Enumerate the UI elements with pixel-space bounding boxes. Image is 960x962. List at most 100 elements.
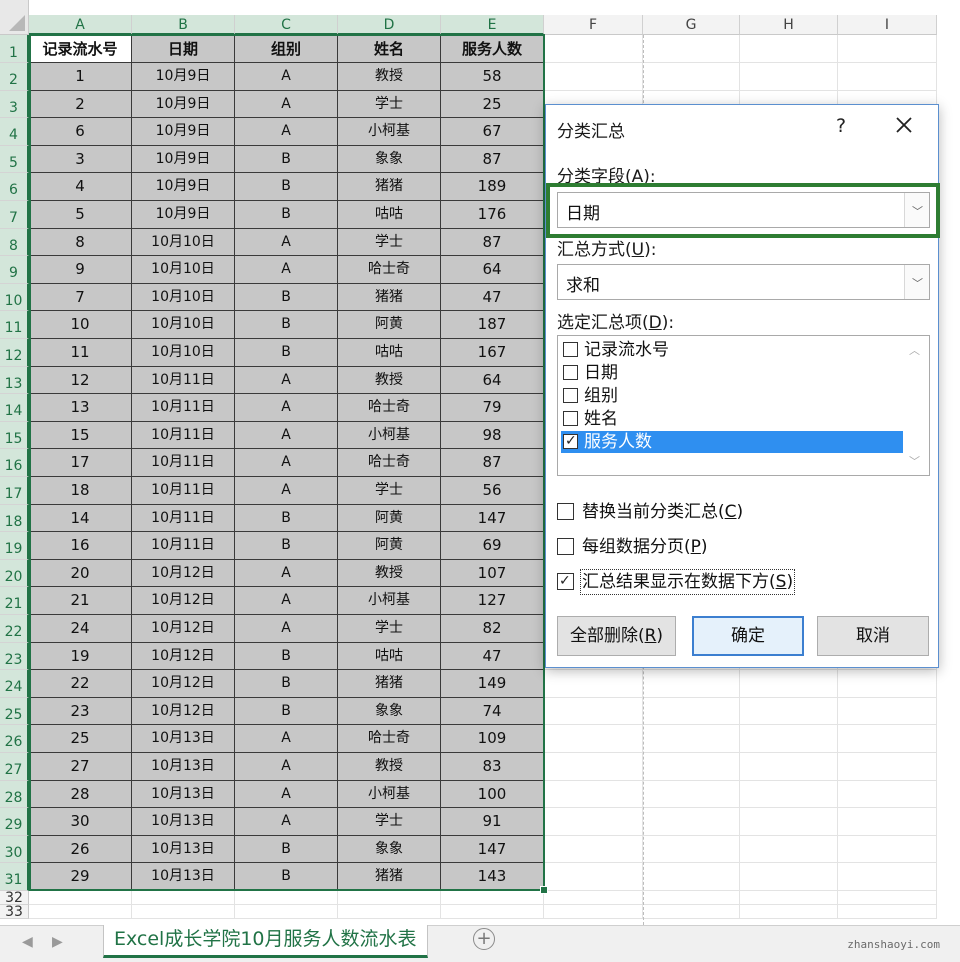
table-cell[interactable]: B: [235, 145, 338, 174]
table-cell[interactable]: 10月13日: [132, 725, 235, 753]
empty-cell[interactable]: [838, 808, 937, 836]
table-cell[interactable]: 56: [441, 477, 544, 505]
table-cell[interactable]: 小柯基: [338, 587, 441, 615]
table-cell[interactable]: 24: [29, 615, 132, 643]
row-header[interactable]: 30: [0, 835, 29, 864]
empty-cell[interactable]: [740, 35, 838, 63]
empty-cell[interactable]: [838, 905, 937, 919]
table-cell[interactable]: 10月13日: [132, 780, 235, 809]
empty-cell[interactable]: [544, 905, 643, 919]
table-cell[interactable]: A: [235, 725, 338, 753]
row-header[interactable]: 8: [0, 228, 29, 257]
empty-cell[interactable]: [740, 753, 838, 781]
table-cell[interactable]: B: [235, 311, 338, 339]
table-cell[interactable]: 9: [29, 256, 132, 284]
row-header[interactable]: 29: [0, 808, 29, 836]
table-cell[interactable]: 10月12日: [132, 697, 235, 726]
table-cell[interactable]: B: [235, 642, 338, 671]
table-cell[interactable]: 87: [441, 449, 544, 477]
option-checkbox[interactable]: 每组数据分页(P): [557, 536, 887, 558]
fill-handle[interactable]: [540, 886, 548, 894]
checkbox-checked-icon[interactable]: ✓: [563, 433, 578, 449]
empty-cell[interactable]: [740, 808, 838, 836]
table-cell[interactable]: 189: [441, 173, 544, 201]
table-cell[interactable]: 10月9日: [132, 90, 235, 119]
table-header-cell[interactable]: 组别: [235, 35, 338, 63]
empty-cell[interactable]: [838, 891, 937, 905]
table-cell[interactable]: A: [235, 366, 338, 395]
row-header[interactable]: 12: [0, 339, 29, 367]
table-cell[interactable]: 107: [441, 559, 544, 588]
table-cell[interactable]: B: [235, 863, 338, 891]
empty-cell[interactable]: [29, 891, 132, 905]
table-cell[interactable]: 29: [29, 863, 132, 891]
field-item[interactable]: 组别: [561, 385, 903, 407]
empty-cell[interactable]: [740, 670, 838, 698]
table-header-cell[interactable]: 服务人数: [441, 35, 544, 63]
table-cell[interactable]: 10月9日: [132, 63, 235, 91]
cancel-button[interactable]: 取消: [817, 616, 929, 656]
table-cell[interactable]: 10月13日: [132, 863, 235, 891]
table-cell[interactable]: 20: [29, 559, 132, 588]
table-cell[interactable]: 小柯基: [338, 118, 441, 146]
table-cell[interactable]: 猪猪: [338, 173, 441, 201]
row-header[interactable]: 16: [0, 449, 29, 477]
sheet-tab[interactable]: Excel成长学院10月服务人数流水表: [103, 925, 428, 958]
table-cell[interactable]: 咕咕: [338, 642, 441, 671]
row-header[interactable]: 4: [0, 118, 29, 146]
row-header[interactable]: 21: [0, 587, 29, 615]
table-cell[interactable]: 学士: [338, 615, 441, 643]
table-cell[interactable]: 47: [441, 283, 544, 312]
table-cell[interactable]: 26: [29, 835, 132, 864]
table-cell[interactable]: 87: [441, 228, 544, 257]
table-cell[interactable]: 25: [29, 725, 132, 753]
row-header[interactable]: 23: [0, 642, 29, 671]
table-cell[interactable]: B: [235, 173, 338, 201]
table-cell[interactable]: 167: [441, 339, 544, 367]
row-header[interactable]: 28: [0, 780, 29, 809]
empty-cell[interactable]: [740, 905, 838, 919]
table-cell[interactable]: 小柯基: [338, 421, 441, 450]
table-cell[interactable]: A: [235, 394, 338, 422]
empty-cell[interactable]: [838, 697, 937, 726]
table-cell[interactable]: A: [235, 780, 338, 809]
row-header[interactable]: 10: [0, 283, 29, 312]
empty-cell[interactable]: [544, 63, 643, 91]
table-cell[interactable]: A: [235, 421, 338, 450]
empty-cell[interactable]: [740, 780, 838, 809]
table-cell[interactable]: 14: [29, 504, 132, 533]
field-item[interactable]: 记录流水号: [561, 339, 903, 361]
table-cell[interactable]: 79: [441, 394, 544, 422]
table-cell[interactable]: 学士: [338, 477, 441, 505]
row-header[interactable]: 6: [0, 173, 29, 201]
row-header[interactable]: 9: [0, 256, 29, 284]
empty-cell[interactable]: [132, 891, 235, 905]
table-cell[interactable]: B: [235, 504, 338, 533]
select-all-corner[interactable]: [0, 0, 29, 35]
empty-cell[interactable]: [643, 63, 740, 91]
empty-cell[interactable]: [235, 905, 338, 919]
table-cell[interactable]: A: [235, 615, 338, 643]
row-header[interactable]: 22: [0, 615, 29, 643]
empty-cell[interactable]: [544, 725, 643, 753]
scroll-down-icon[interactable]: ﹀: [909, 453, 920, 469]
empty-cell[interactable]: [132, 905, 235, 919]
table-cell[interactable]: 教授: [338, 63, 441, 91]
row-header[interactable]: 11: [0, 311, 29, 339]
table-cell[interactable]: 3: [29, 145, 132, 174]
column-header-H[interactable]: H: [740, 15, 838, 35]
table-cell[interactable]: 6: [29, 118, 132, 146]
field-item[interactable]: 姓名: [561, 408, 903, 430]
table-cell[interactable]: 5: [29, 201, 132, 229]
table-cell[interactable]: 10月10日: [132, 283, 235, 312]
table-cell[interactable]: 10月9日: [132, 173, 235, 201]
empty-cell[interactable]: [643, 753, 740, 781]
table-cell[interactable]: 8: [29, 228, 132, 257]
empty-cell[interactable]: [838, 863, 937, 891]
remove-all-button[interactable]: 全部删除(R): [557, 616, 676, 656]
table-cell[interactable]: 咕咕: [338, 339, 441, 367]
table-cell[interactable]: 19: [29, 642, 132, 671]
table-cell[interactable]: 哈士奇: [338, 449, 441, 477]
table-cell[interactable]: A: [235, 477, 338, 505]
table-cell[interactable]: B: [235, 835, 338, 864]
